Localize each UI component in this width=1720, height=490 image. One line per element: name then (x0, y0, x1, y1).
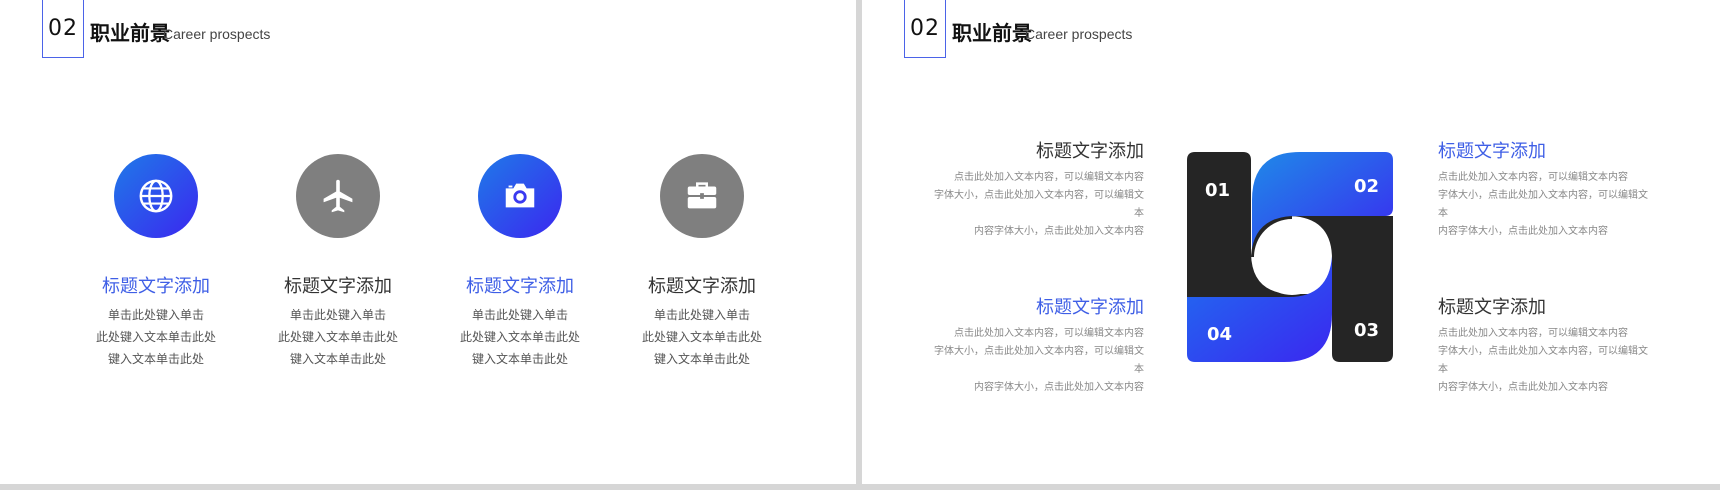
block-desc-bottom-left: 点击此处加入文本内容，可以编辑文本内容 字体大小，点击此处加入文本内容，可以编辑… (934, 328, 1144, 393)
item-desc-4: 单击此处键入单击 此处键入文本单击此处 键入文本单击此处 (641, 308, 762, 366)
briefcase-icon-circle (660, 154, 744, 238)
block-desc-top-left: 点击此处加入文本内容，可以编辑文本内容 字体大小，点击此处加入文本内容，可以编辑… (934, 172, 1144, 237)
section-subtitle: Career prospects (1025, 26, 1133, 42)
cycle-number-01: 01 (1205, 180, 1231, 201)
section-title: 职业前景 (952, 21, 1032, 45)
section-number: 02 (904, 0, 946, 58)
globe-icon-circle (114, 154, 198, 238)
globe-icon (139, 179, 173, 213)
item-title-4: 标题文字添加 (648, 276, 756, 297)
block-title-top-right: 标题文字添加 (1438, 141, 1546, 162)
section-number: 02 (42, 0, 84, 58)
item-title-3: 标题文字添加 (466, 276, 574, 297)
cycle-number-02: 02 (1354, 176, 1380, 197)
block-desc-top-right: 点击此处加入文本内容，可以编辑文本内容 字体大小，点击此处加入文本内容，可以编辑… (1438, 172, 1648, 237)
item-desc-2: 单击此处键入单击 此处键入文本单击此处 键入文本单击此处 (277, 308, 398, 366)
camera-icon-circle (478, 154, 562, 238)
item-desc-3: 单击此处键入单击 此处键入文本单击此处 键入文本单击此处 (459, 308, 580, 366)
section-subtitle: Career prospects (163, 26, 271, 42)
item-desc-1: 单击此处键入单击 此处键入文本单击此处 键入文本单击此处 (95, 308, 216, 366)
airplane-icon-circle (296, 154, 380, 238)
camera-icon (505, 183, 535, 208)
block-title-bottom-left: 标题文字添加 (1036, 297, 1144, 318)
slide-career-prospects-icons: 02 职业前景 Career prospects 标题文字添加 单击此处键入单击… (0, 0, 856, 484)
cycle-number-03: 03 (1354, 320, 1380, 341)
section-title: 职业前景 (90, 21, 170, 45)
airplane-icon (323, 179, 353, 213)
block-title-top-left: 标题文字添加 (1036, 141, 1144, 162)
cycle-number-04: 04 (1207, 324, 1233, 345)
block-desc-bottom-right: 点击此处加入文本内容，可以编辑文本内容 字体大小，点击此处加入文本内容，可以编辑… (1438, 328, 1648, 393)
item-title-1: 标题文字添加 (102, 276, 210, 297)
cycle-center (1254, 219, 1330, 295)
slide-career-prospects-cycle: 02 职业前景 Career prospects 标题文字添加 点击此处加入文本… (862, 0, 1720, 484)
briefcase-icon (687, 182, 717, 209)
item-title-2: 标题文字添加 (284, 276, 392, 297)
block-title-bottom-right: 标题文字添加 (1438, 297, 1546, 318)
